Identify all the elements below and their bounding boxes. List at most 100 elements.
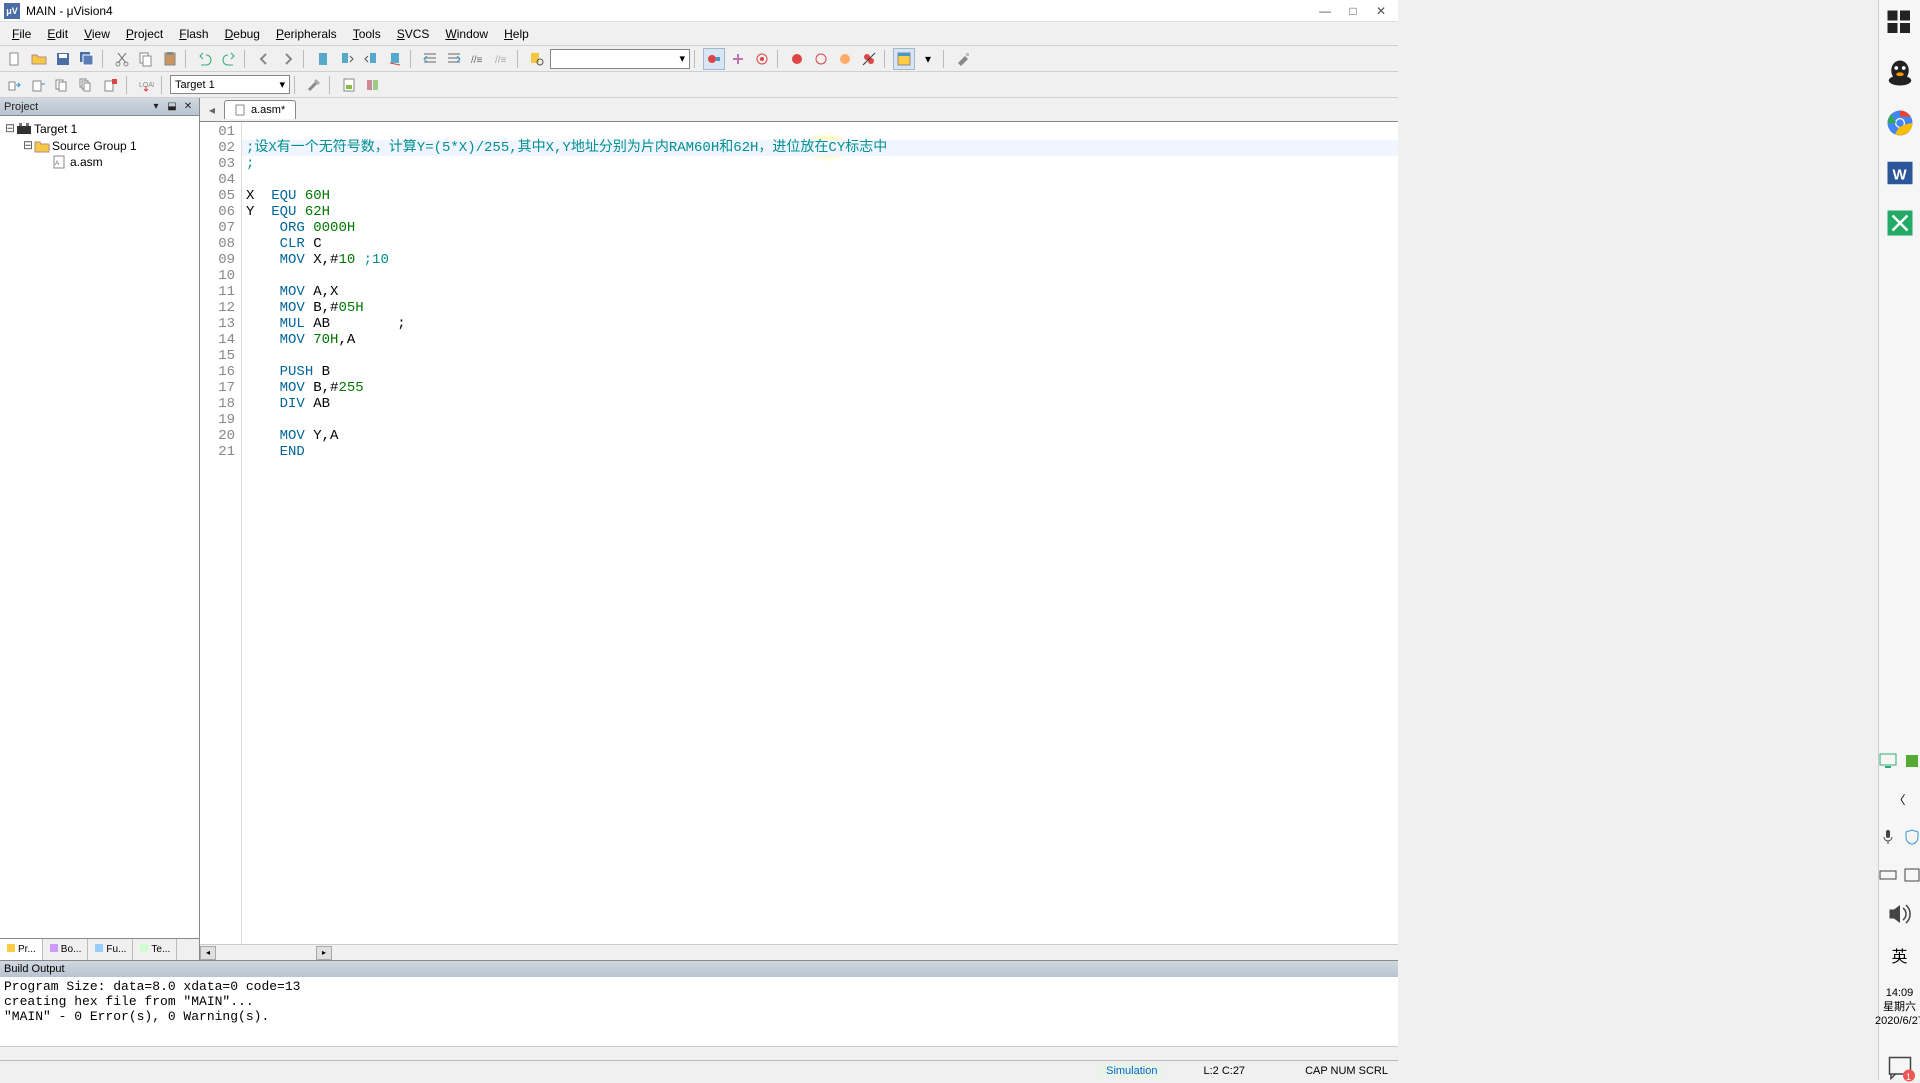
minimize-button[interactable]: — — [1318, 4, 1332, 18]
code-line[interactable] — [242, 172, 1398, 188]
panel-pin-icon[interactable]: ⬓ — [165, 100, 179, 114]
breakpoint-killall-button[interactable] — [858, 48, 880, 70]
stop-build-button[interactable] — [100, 74, 122, 96]
notification-icon[interactable]: 1 — [1885, 1056, 1915, 1080]
code-line[interactable]: MUL AB ; — [242, 316, 1398, 332]
project-tab-2[interactable]: Fu... — [88, 939, 133, 960]
bookmark-clear-button[interactable] — [384, 48, 406, 70]
copy-button[interactable] — [135, 48, 157, 70]
windows-icon[interactable] — [1885, 8, 1915, 38]
save-all-button[interactable] — [76, 48, 98, 70]
close-button[interactable]: ✕ — [1374, 4, 1388, 18]
cut-button[interactable] — [111, 48, 133, 70]
breakpoint-enable-button[interactable] — [810, 48, 832, 70]
tray-clock[interactable]: 14:09 星期六 2020/6/27 — [1875, 986, 1920, 1036]
chevron-down-icon[interactable]: ▾ — [917, 48, 939, 70]
bookmark-next-button[interactable] — [336, 48, 358, 70]
menu-file[interactable]: File — [4, 25, 39, 43]
scroll-left-button[interactable]: ◂ — [200, 946, 216, 960]
editor-body[interactable]: 0102030405060708091011121314151617181920… — [200, 122, 1398, 944]
breakpoint-disable-button[interactable] — [834, 48, 856, 70]
code-line[interactable] — [242, 348, 1398, 364]
code-line[interactable]: MOV X,#10 ;10 — [242, 252, 1398, 268]
tray-monitor-icon[interactable] — [1879, 752, 1897, 770]
code-line[interactable]: CLR C — [242, 236, 1398, 252]
code-line[interactable]: MOV Y,A — [242, 428, 1398, 444]
find-combo[interactable]: ▾ — [550, 49, 690, 69]
translate-button[interactable] — [4, 74, 26, 96]
nav-forward-button[interactable] — [277, 48, 299, 70]
code-line[interactable]: Y EQU 62H — [242, 204, 1398, 220]
code-line[interactable]: MOV A,X — [242, 284, 1398, 300]
window-layout-button[interactable] — [893, 48, 915, 70]
scroll-right-button[interactable]: ▸ — [316, 946, 332, 960]
code-line[interactable]: MOV 70H,A — [242, 332, 1398, 348]
kill-breakpoints-button[interactable] — [751, 48, 773, 70]
menu-svcs[interactable]: SVCS — [389, 25, 438, 43]
editor-tab[interactable]: a.asm* — [224, 100, 296, 119]
shield-icon[interactable] — [1903, 828, 1920, 846]
code-line[interactable]: ; — [242, 156, 1398, 172]
project-tree[interactable]: ⊟ Target 1 ⊟ Source Group 1 A a.asm — [0, 116, 199, 938]
target-select[interactable]: Target 1▾ — [170, 75, 290, 94]
project-tab-1[interactable]: Bo... — [43, 939, 89, 960]
download-button[interactable]: LOAD — [135, 74, 157, 96]
code-line[interactable]: MOV B,#255 — [242, 380, 1398, 396]
project-tab-3[interactable]: Te... — [133, 939, 177, 960]
uncomment-button[interactable]: //≡ — [491, 48, 513, 70]
file-ext-button[interactable] — [338, 74, 360, 96]
tray-chip-icon[interactable] — [1903, 752, 1920, 770]
paste-button[interactable] — [159, 48, 181, 70]
bookmark-toggle-button[interactable] — [312, 48, 334, 70]
code-line[interactable]: END — [242, 444, 1398, 460]
editor-nav-back[interactable]: ◂ — [204, 102, 220, 118]
rebuild-button[interactable] — [52, 74, 74, 96]
indent-right-button[interactable] — [443, 48, 465, 70]
editor-code[interactable]: ;设X有一个无符号数，计算Y=(5*X)/255,其中X,Y地址分别为片内RAM… — [242, 122, 1398, 944]
debug-session-button[interactable] — [703, 48, 725, 70]
code-line[interactable]: ORG 0000H — [242, 220, 1398, 236]
menu-debug[interactable]: Debug — [217, 25, 268, 43]
menu-window[interactable]: Window — [437, 25, 496, 43]
volume-icon[interactable] — [1885, 904, 1915, 924]
project-tab-0[interactable]: Pr... — [0, 939, 43, 960]
app-green-icon[interactable] — [1885, 208, 1915, 238]
new-file-button[interactable] — [4, 48, 26, 70]
mic-icon[interactable] — [1879, 828, 1897, 846]
ime-indicator[interactable]: 英 — [1885, 944, 1915, 966]
collapse-icon[interactable]: 〈 — [1885, 790, 1915, 808]
comment-button[interactable]: //≡ — [467, 48, 489, 70]
qq-icon[interactable] — [1885, 58, 1915, 88]
indent-left-button[interactable] — [419, 48, 441, 70]
undo-button[interactable] — [194, 48, 216, 70]
batch-build-button[interactable] — [76, 74, 98, 96]
chrome-icon[interactable] — [1885, 108, 1915, 138]
menu-project[interactable]: Project — [118, 25, 171, 43]
menu-help[interactable]: Help — [496, 25, 537, 43]
tree-target-node[interactable]: ⊟ Target 1 — [4, 120, 195, 137]
keyboard-icon[interactable] — [1879, 866, 1897, 884]
find-in-files-button[interactable] — [526, 48, 548, 70]
code-line[interactable]: ;设X有一个无符号数，计算Y=(5*X)/255,其中X,Y地址分别为片内RAM… — [242, 140, 1398, 156]
open-file-button[interactable] — [28, 48, 50, 70]
panel-close-icon[interactable]: ✕ — [181, 100, 195, 114]
tree-group-node[interactable]: ⊟ Source Group 1 — [4, 137, 195, 154]
build-output-body[interactable]: Program Size: data=8.0 xdata=0 code=13cr… — [0, 977, 1398, 1046]
code-line[interactable] — [242, 268, 1398, 284]
manage-books-button[interactable] — [362, 74, 384, 96]
code-line[interactable]: X EQU 60H — [242, 188, 1398, 204]
code-line[interactable] — [242, 124, 1398, 140]
save-button[interactable] — [52, 48, 74, 70]
code-line[interactable] — [242, 412, 1398, 428]
insert-trace-button[interactable] — [727, 48, 749, 70]
maximize-button[interactable]: □ — [1346, 4, 1360, 18]
code-line[interactable]: DIV AB — [242, 396, 1398, 412]
word-icon[interactable]: W — [1885, 158, 1915, 188]
editor-hscroll[interactable]: ◂ ▸ — [200, 944, 1398, 960]
code-line[interactable]: PUSH B — [242, 364, 1398, 380]
touchpad-icon[interactable] — [1903, 866, 1920, 884]
menu-edit[interactable]: Edit — [39, 25, 76, 43]
breakpoint-insert-button[interactable] — [786, 48, 808, 70]
bookmark-prev-button[interactable] — [360, 48, 382, 70]
configure-button[interactable] — [952, 48, 974, 70]
